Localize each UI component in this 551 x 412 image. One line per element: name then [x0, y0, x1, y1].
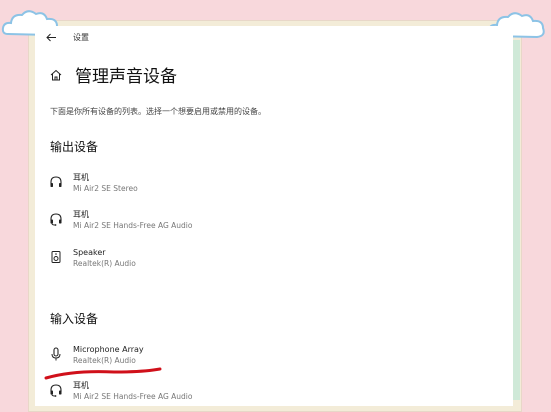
speaker-icon	[51, 251, 61, 263]
output-device-item[interactable]: 耳机 Mi Air2 SE Stereo	[49, 172, 138, 194]
page-title: 管理声音设备	[75, 67, 177, 87]
output-device-item[interactable]: 耳机 Mi Air2 SE Hands-Free AG Audio	[49, 209, 192, 231]
settings-window: 设置 管理声音设备 下面是你所有设备的列表。选择一个想要启用或禁用的设备。 输出…	[35, 26, 513, 406]
back-arrow-icon	[45, 33, 56, 41]
page-description: 下面是你所有设备的列表。选择一个想要启用或禁用的设备。	[50, 107, 266, 116]
input-device-item[interactable]: 耳机 Mi Air2 SE Hands-Free AG Audio	[49, 380, 192, 402]
device-detail: Mi Air2 SE Stereo	[73, 184, 138, 193]
back-button[interactable]	[41, 27, 61, 47]
output-devices-heading: 输出设备	[50, 140, 99, 154]
device-name: Microphone Array	[73, 345, 144, 354]
output-device-item[interactable]: Speaker Realtek(R) Audio	[49, 247, 136, 269]
page-heading: 管理声音设备	[49, 62, 177, 87]
home-icon[interactable]	[49, 68, 63, 82]
device-detail: Mi Air2 SE Hands-Free AG Audio	[73, 392, 193, 401]
input-devices-heading: 输入设备	[50, 312, 99, 326]
decorative-frame-edge	[512, 40, 520, 400]
title-bar: 设置	[35, 26, 513, 48]
headset-icon	[50, 213, 62, 226]
microphone-icon	[51, 347, 61, 361]
device-detail: Mi Air2 SE Hands-Free AG Audio	[73, 221, 193, 230]
headset-icon	[50, 384, 62, 397]
window-title: 设置	[73, 32, 89, 42]
device-name: Speaker	[73, 248, 106, 257]
device-name: 耳机	[73, 210, 89, 219]
input-device-item[interactable]: Microphone Array Realtek(R) Audio	[49, 344, 144, 366]
device-name: 耳机	[73, 173, 89, 182]
headphones-icon	[50, 176, 62, 187]
red-annotation-underline	[44, 367, 162, 380]
device-detail: Realtek(R) Audio	[73, 259, 136, 268]
